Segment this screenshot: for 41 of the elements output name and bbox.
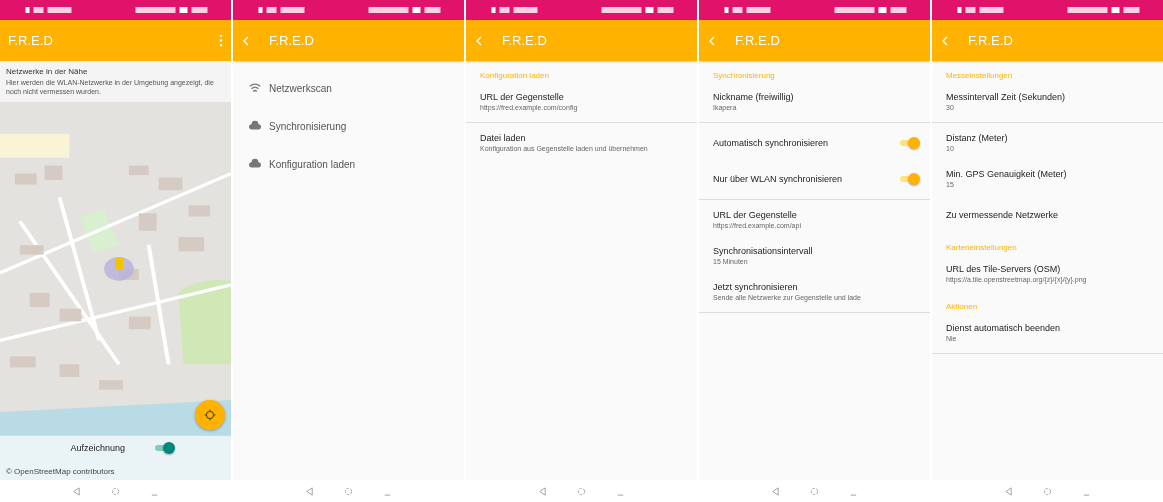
- section-header: Konfiguration laden: [479, 70, 550, 82]
- section-header: Synchronisierung: [712, 70, 776, 82]
- app-title: F.R.E.D: [8, 33, 54, 48]
- home-icon[interactable]: [577, 486, 586, 496]
- home-icon[interactable]: [111, 486, 120, 496]
- toggle-switch[interactable]: [898, 137, 920, 149]
- app-title: F.R.E.D: [269, 33, 315, 48]
- section-header: Karteneinstellungen: [945, 242, 1018, 254]
- wifi-icon: [249, 82, 261, 94]
- back-icon[interactable]: [771, 486, 780, 496]
- home-icon[interactable]: [810, 486, 819, 496]
- app-title: F.R.E.D: [735, 33, 781, 48]
- app-title: F.R.E.D: [502, 33, 548, 48]
- back-icon[interactable]: [241, 35, 251, 46]
- menu-item[interactable]: Synchronisierung: [233, 107, 464, 145]
- cloud-icon: [249, 158, 261, 170]
- menu-item[interactable]: Netzwerkscan: [233, 69, 464, 107]
- preference-item[interactable]: Zu vermessende Netzwerke: [932, 197, 1163, 233]
- back-icon[interactable]: [707, 35, 717, 46]
- switch-label: Nur über WLAN synchronisieren: [713, 174, 843, 184]
- cloud-icon: [249, 120, 261, 132]
- section-header: Aktionen: [945, 301, 979, 313]
- info-title: Netzwerke in der Nähe: [6, 67, 89, 76]
- map-attribution: © OpenStreetMap contributors: [6, 467, 116, 476]
- section-header: Messeinstellungen: [945, 70, 1014, 82]
- toggle-switch[interactable]: [898, 173, 920, 185]
- crosshair-icon: [203, 408, 217, 422]
- recording-label: Aufzeichnung: [70, 443, 125, 453]
- back-icon[interactable]: [940, 35, 950, 46]
- switch-label: Automatisch synchronisieren: [713, 138, 829, 148]
- overflow-menu-icon[interactable]: [219, 34, 223, 47]
- home-icon[interactable]: [1043, 486, 1052, 496]
- back-icon[interactable]: [1004, 486, 1013, 496]
- recording-switch[interactable]: [153, 442, 175, 454]
- back-icon[interactable]: [305, 486, 314, 496]
- back-icon[interactable]: [538, 486, 547, 496]
- app-title: F.R.E.D: [968, 33, 1014, 48]
- menu-item[interactable]: Konfiguration laden: [233, 145, 464, 183]
- back-icon[interactable]: [72, 486, 81, 496]
- home-icon[interactable]: [344, 486, 353, 496]
- back-icon[interactable]: [474, 35, 484, 46]
